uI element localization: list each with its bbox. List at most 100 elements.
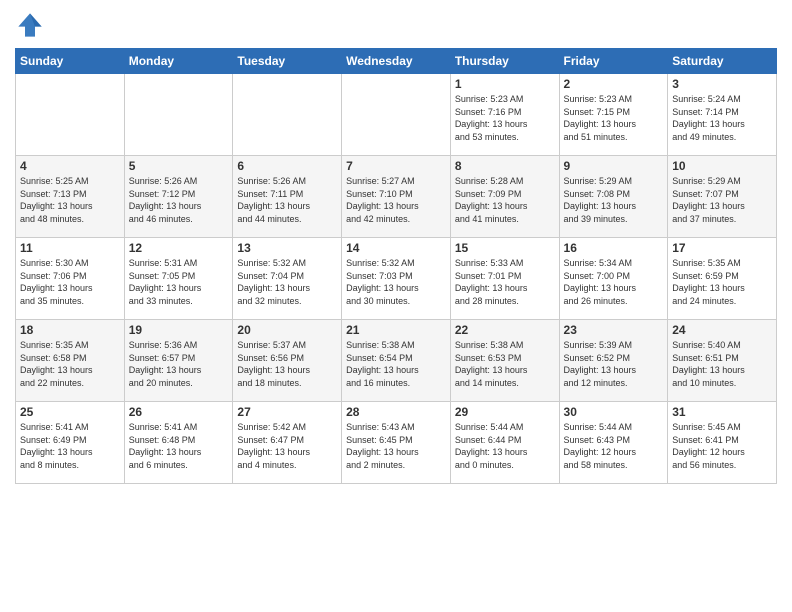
logo-icon [15,10,45,40]
day-number: 18 [20,323,120,337]
day-number: 12 [129,241,229,255]
calendar-cell: 15 Sunrise: 5:33 AM Sunset: 7:01 PM Dayli… [450,238,559,320]
day-number: 15 [455,241,555,255]
day-info: Sunrise: 5:27 AM Sunset: 7:10 PM Dayligh… [346,175,446,225]
calendar-cell [124,74,233,156]
day-info: Sunrise: 5:38 AM Sunset: 6:54 PM Dayligh… [346,339,446,389]
weekday-header: Monday [124,49,233,74]
calendar-cell: 4 Sunrise: 5:25 AM Sunset: 7:13 PM Daylig… [16,156,125,238]
weekday-header: Tuesday [233,49,342,74]
calendar-cell: 20 Sunrise: 5:37 AM Sunset: 6:56 PM Dayli… [233,320,342,402]
day-number: 9 [564,159,664,173]
calendar-cell: 6 Sunrise: 5:26 AM Sunset: 7:11 PM Daylig… [233,156,342,238]
calendar-table: SundayMondayTuesdayWednesdayThursdayFrid… [15,48,777,484]
day-number: 11 [20,241,120,255]
calendar-week-row: 11 Sunrise: 5:30 AM Sunset: 7:06 PM Dayli… [16,238,777,320]
day-info: Sunrise: 5:34 AM Sunset: 7:00 PM Dayligh… [564,257,664,307]
day-number: 17 [672,241,772,255]
day-info: Sunrise: 5:36 AM Sunset: 6:57 PM Dayligh… [129,339,229,389]
calendar-cell: 7 Sunrise: 5:27 AM Sunset: 7:10 PM Daylig… [342,156,451,238]
day-info: Sunrise: 5:40 AM Sunset: 6:51 PM Dayligh… [672,339,772,389]
calendar-cell: 19 Sunrise: 5:36 AM Sunset: 6:57 PM Dayli… [124,320,233,402]
day-info: Sunrise: 5:33 AM Sunset: 7:01 PM Dayligh… [455,257,555,307]
calendar-cell: 23Sunrise: 5:39 AM Sunset: 6:52 PM Dayli… [559,320,668,402]
calendar-cell: 5Sunrise: 5:26 AM Sunset: 7:12 PM Daylig… [124,156,233,238]
day-info: Sunrise: 5:23 AM Sunset: 7:15 PM Dayligh… [564,93,664,143]
day-number: 26 [129,405,229,419]
day-number: 29 [455,405,555,419]
day-info: Sunrise: 5:41 AM Sunset: 6:48 PM Dayligh… [129,421,229,471]
calendar-cell: 11 Sunrise: 5:30 AM Sunset: 7:06 PM Dayli… [16,238,125,320]
day-info: Sunrise: 5:26 AM Sunset: 7:12 PM Dayligh… [129,175,229,225]
calendar-cell: 25Sunrise: 5:41 AM Sunset: 6:49 PM Dayli… [16,402,125,484]
calendar-cell: 17 Sunrise: 5:35 AM Sunset: 6:59 PM Dayli… [668,238,777,320]
day-info: Sunrise: 5:45 AM Sunset: 6:41 PM Dayligh… [672,421,772,471]
day-info: Sunrise: 5:44 AM Sunset: 6:43 PM Dayligh… [564,421,664,471]
day-number: 19 [129,323,229,337]
day-info: Sunrise: 5:37 AM Sunset: 6:56 PM Dayligh… [237,339,337,389]
day-number: 2 [564,77,664,91]
page: SundayMondayTuesdayWednesdayThursdayFrid… [0,0,792,612]
day-info: Sunrise: 5:35 AM Sunset: 6:58 PM Dayligh… [20,339,120,389]
day-info: Sunrise: 5:31 AM Sunset: 7:05 PM Dayligh… [129,257,229,307]
day-number: 27 [237,405,337,419]
day-number: 24 [672,323,772,337]
day-info: Sunrise: 5:28 AM Sunset: 7:09 PM Dayligh… [455,175,555,225]
calendar-cell: 26 Sunrise: 5:41 AM Sunset: 6:48 PM Dayli… [124,402,233,484]
day-number: 28 [346,405,446,419]
day-number: 20 [237,323,337,337]
day-info: Sunrise: 5:25 AM Sunset: 7:13 PM Dayligh… [20,175,120,225]
weekday-header: Friday [559,49,668,74]
day-number: 8 [455,159,555,173]
calendar-week-row: 18 Sunrise: 5:35 AM Sunset: 6:58 PM Dayli… [16,320,777,402]
day-number: 16 [564,241,664,255]
header-row: SundayMondayTuesdayWednesdayThursdayFrid… [16,49,777,74]
calendar-cell [233,74,342,156]
calendar-cell: 18 Sunrise: 5:35 AM Sunset: 6:58 PM Dayli… [16,320,125,402]
calendar-cell: 24 Sunrise: 5:40 AM Sunset: 6:51 PM Dayli… [668,320,777,402]
calendar-cell: 22Sunrise: 5:38 AM Sunset: 6:53 PM Dayli… [450,320,559,402]
weekday-header: Thursday [450,49,559,74]
day-info: Sunrise: 5:26 AM Sunset: 7:11 PM Dayligh… [237,175,337,225]
calendar-cell: 8 Sunrise: 5:28 AM Sunset: 7:09 PM Daylig… [450,156,559,238]
day-info: Sunrise: 5:39 AM Sunset: 6:52 PM Dayligh… [564,339,664,389]
day-number: 31 [672,405,772,419]
day-info: Sunrise: 5:23 AM Sunset: 7:16 PM Dayligh… [455,93,555,143]
calendar-cell [342,74,451,156]
day-number: 3 [672,77,772,91]
calendar-cell: 2 Sunrise: 5:23 AM Sunset: 7:15 PM Daylig… [559,74,668,156]
day-number: 10 [672,159,772,173]
day-number: 14 [346,241,446,255]
day-number: 4 [20,159,120,173]
day-info: Sunrise: 5:32 AM Sunset: 7:03 PM Dayligh… [346,257,446,307]
day-info: Sunrise: 5:43 AM Sunset: 6:45 PM Dayligh… [346,421,446,471]
logo [15,10,49,40]
calendar-cell: 29 Sunrise: 5:44 AM Sunset: 6:44 PM Dayli… [450,402,559,484]
calendar-cell: 1 Sunrise: 5:23 AM Sunset: 7:16 PM Daylig… [450,74,559,156]
day-number: 30 [564,405,664,419]
calendar-cell: 10Sunrise: 5:29 AM Sunset: 7:07 PM Dayli… [668,156,777,238]
calendar-cell: 14 Sunrise: 5:32 AM Sunset: 7:03 PM Dayli… [342,238,451,320]
calendar-cell: 30 Sunrise: 5:44 AM Sunset: 6:43 PM Dayli… [559,402,668,484]
header [15,10,777,40]
calendar-cell: 3Sunrise: 5:24 AM Sunset: 7:14 PM Daylig… [668,74,777,156]
day-number: 13 [237,241,337,255]
calendar-week-row: 4 Sunrise: 5:25 AM Sunset: 7:13 PM Daylig… [16,156,777,238]
calendar-cell: 21 Sunrise: 5:38 AM Sunset: 6:54 PM Dayli… [342,320,451,402]
weekday-header: Wednesday [342,49,451,74]
day-info: Sunrise: 5:41 AM Sunset: 6:49 PM Dayligh… [20,421,120,471]
calendar-cell [16,74,125,156]
day-number: 7 [346,159,446,173]
calendar-cell: 16 Sunrise: 5:34 AM Sunset: 7:00 PM Dayli… [559,238,668,320]
day-number: 1 [455,77,555,91]
day-number: 6 [237,159,337,173]
day-info: Sunrise: 5:32 AM Sunset: 7:04 PM Dayligh… [237,257,337,307]
day-number: 21 [346,323,446,337]
day-info: Sunrise: 5:30 AM Sunset: 7:06 PM Dayligh… [20,257,120,307]
calendar-cell: 28 Sunrise: 5:43 AM Sunset: 6:45 PM Dayli… [342,402,451,484]
day-info: Sunrise: 5:38 AM Sunset: 6:53 PM Dayligh… [455,339,555,389]
day-info: Sunrise: 5:35 AM Sunset: 6:59 PM Dayligh… [672,257,772,307]
day-info: Sunrise: 5:29 AM Sunset: 7:08 PM Dayligh… [564,175,664,225]
calendar-cell: 31 Sunrise: 5:45 AM Sunset: 6:41 PM Dayli… [668,402,777,484]
day-info: Sunrise: 5:44 AM Sunset: 6:44 PM Dayligh… [455,421,555,471]
